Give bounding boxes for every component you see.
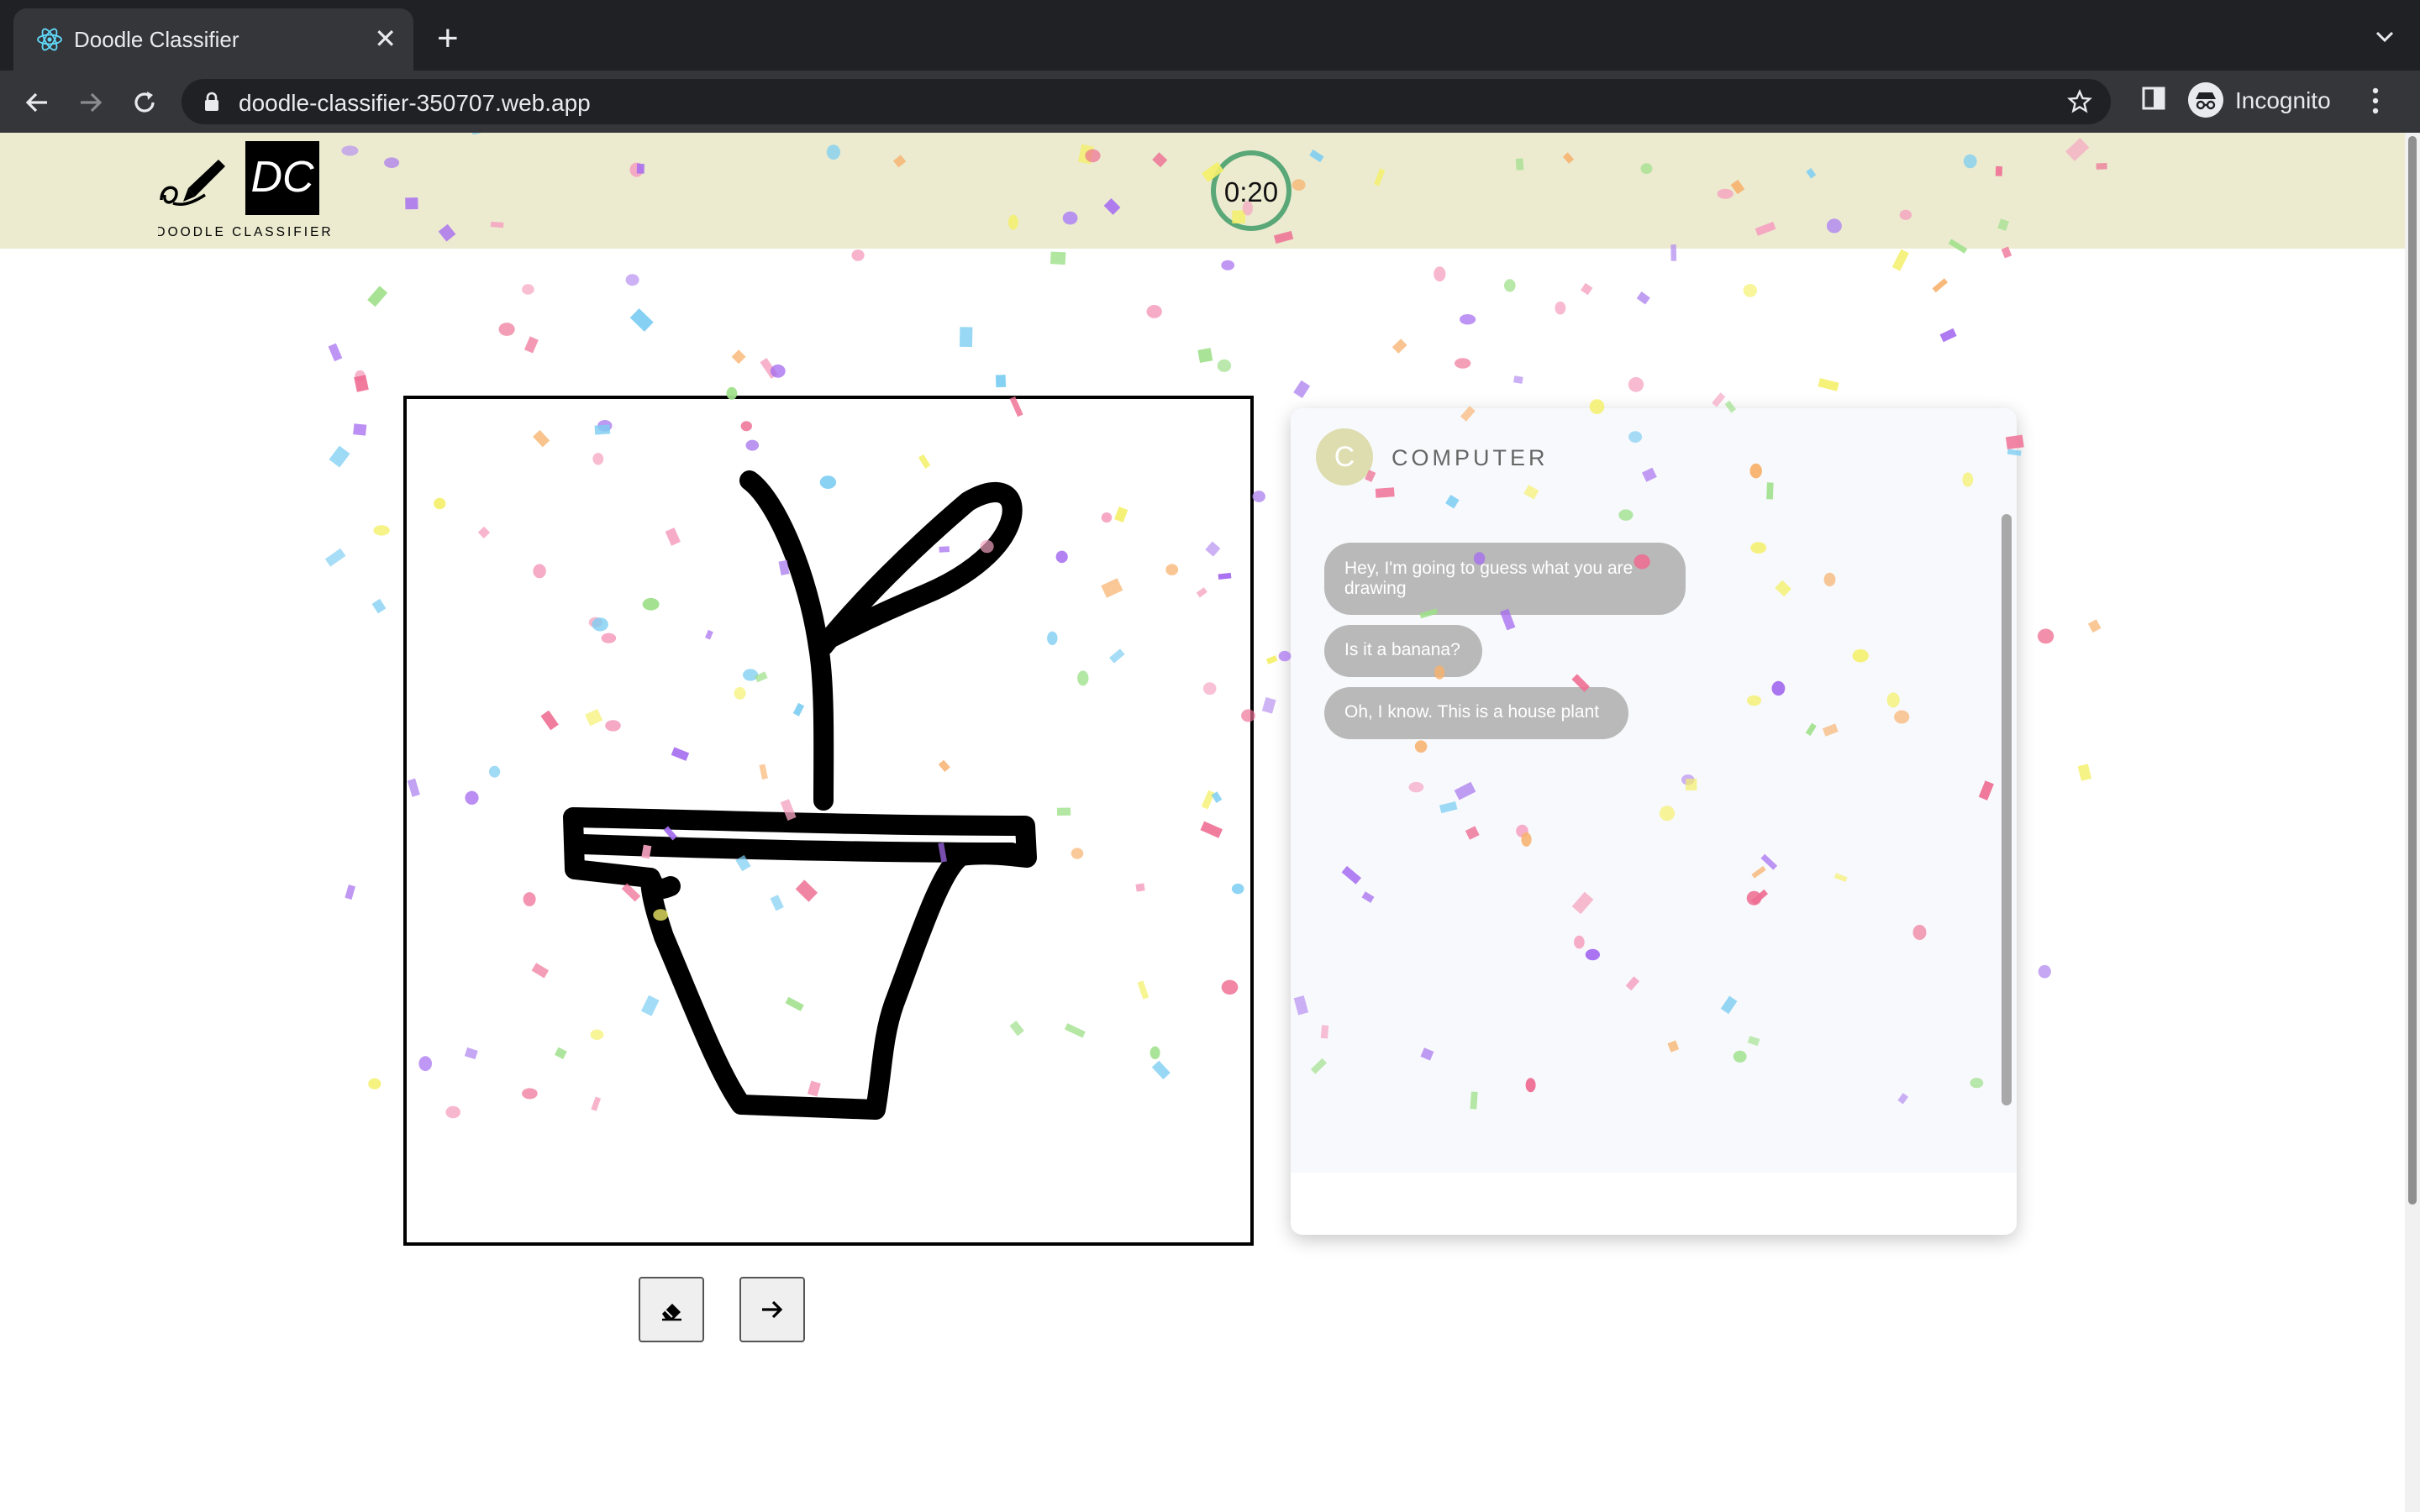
confetti-piece	[1392, 339, 1407, 354]
computer-avatar: C	[1316, 428, 1373, 486]
timer-text: 0:20	[1223, 176, 1279, 207]
confetti-piece	[1513, 375, 1523, 384]
confetti-piece	[324, 548, 346, 567]
confetti-piece	[629, 308, 654, 332]
chat-message: Oh, I know. This is a house plant	[1324, 687, 1628, 739]
confetti-piece	[2077, 764, 2092, 781]
confetti-piece	[1261, 696, 1276, 714]
reload-icon[interactable]	[129, 87, 160, 118]
confetti-piece	[760, 357, 778, 379]
page-scrollbar-thumb[interactable]	[2408, 136, 2417, 1205]
eraser-icon	[662, 1304, 681, 1321]
confetti-piece	[353, 423, 367, 436]
confetti-piece	[1712, 392, 1726, 407]
forward-arrow-icon[interactable]	[76, 87, 106, 118]
confetti-piece	[367, 286, 388, 307]
confetti-piece	[1278, 650, 1292, 662]
confetti-piece	[1636, 291, 1650, 305]
chat-footer	[1291, 1173, 2017, 1235]
bookmark-star-icon[interactable]	[2067, 89, 2092, 114]
url-text: doodle-classifier-350707.web.app	[239, 90, 591, 116]
confetti-piece	[1581, 282, 1593, 296]
browser-toolbar: doodle-classifier-350707.web.app	[0, 71, 2420, 133]
chat-panel: C COMPUTER Hey, I'm going to guess what …	[1291, 408, 2017, 1235]
confetti-piece	[498, 323, 515, 336]
chat-message: Hey, I'm going to guess what you are dra…	[1324, 543, 1686, 615]
confetti-piece	[1197, 348, 1213, 363]
doodle-classifier-logo[interactable]: DC DOODLE CLASSIFIER	[158, 141, 331, 240]
confetti-piece	[329, 445, 350, 468]
page-scrollbar[interactable]	[2405, 133, 2420, 1512]
confetti-piece	[1818, 378, 1839, 391]
confetti-piece	[368, 1078, 381, 1089]
confetti-piece	[1221, 260, 1235, 270]
tab-close-icon[interactable]: ✕	[374, 24, 397, 53]
arrow-right-icon	[762, 1300, 783, 1319]
confetti-piece	[731, 349, 746, 365]
confetti-piece	[1050, 251, 1066, 265]
doodle-drawing	[563, 470, 1037, 1120]
tab-search-chevron-icon[interactable]	[2373, 25, 2396, 49]
incognito-profile-button[interactable]: Incognito	[2188, 79, 2353, 121]
confetti-piece	[522, 284, 534, 295]
confetti-piece	[1265, 655, 1278, 664]
confetti-piece	[1252, 491, 1265, 502]
confetti-piece	[1460, 314, 1476, 325]
confetti-piece	[373, 525, 390, 536]
logo-caption: DOODLE CLASSIFIER	[158, 225, 331, 239]
browser-tab[interactable]: Doodle Classifier ✕	[13, 8, 413, 71]
confetti-piece	[1504, 279, 1516, 292]
confetti-piece	[2087, 619, 2102, 633]
confetti-piece	[1628, 376, 1644, 392]
drawing-canvas[interactable]	[403, 396, 1254, 1246]
confetti-piece	[1939, 328, 1957, 343]
app-header: DC DOODLE CLASSIFIER 0:20	[0, 133, 2405, 249]
confetti-piece	[995, 375, 1007, 388]
lock-icon	[205, 92, 218, 111]
logo-initials: DC	[250, 153, 314, 202]
confetti-piece	[625, 274, 639, 286]
profile-label: Incognito	[2235, 87, 2331, 113]
confetti-piece	[1455, 358, 1471, 369]
browser-tab-strip: Doodle Classifier ✕ +	[0, 0, 2420, 71]
react-favicon-icon	[37, 28, 62, 51]
chat-scrollbar[interactable]	[2002, 514, 2012, 1105]
confetti-piece	[851, 249, 865, 261]
confetti-piece	[523, 336, 539, 354]
address-bar[interactable]: doodle-classifier-350707.web.app	[182, 79, 2111, 124]
confetti-piece	[2037, 628, 2054, 644]
confetti-piece	[371, 598, 387, 614]
confetti-piece	[1555, 301, 1566, 315]
confetti-piece	[328, 343, 343, 362]
confetti-piece	[1217, 359, 1232, 372]
side-panel-icon[interactable]	[2141, 86, 2166, 111]
confetti-piece	[770, 364, 786, 378]
confetti-piece	[1146, 305, 1162, 318]
confetti-piece	[2038, 964, 2051, 979]
tab-title: Doodle Classifier	[74, 27, 239, 52]
next-doodle-button[interactable]	[739, 1277, 805, 1342]
confetti-piece	[1932, 278, 1949, 293]
clear-canvas-button[interactable]	[639, 1277, 704, 1342]
back-arrow-icon[interactable]	[22, 87, 52, 118]
confetti-piece	[1293, 380, 1311, 398]
page-content: DC DOODLE CLASSIFIER 0:20 C COMPUTER Hey…	[0, 133, 2420, 1512]
confetti-piece	[1743, 284, 1757, 297]
confetti-piece	[355, 370, 366, 382]
chat-partner-name: COMPUTER	[1392, 445, 1549, 470]
browser-menu-icon[interactable]	[2371, 87, 2380, 114]
confetti-piece	[354, 375, 369, 392]
chat-message: Is it a banana?	[1324, 625, 1482, 677]
confetti-piece	[345, 885, 355, 900]
new-tab-button[interactable]: +	[437, 20, 459, 57]
confetti-piece	[1891, 249, 1909, 271]
confetti-piece	[959, 327, 973, 348]
confetti-piece	[1434, 266, 1446, 282]
incognito-icon	[2188, 82, 2223, 118]
